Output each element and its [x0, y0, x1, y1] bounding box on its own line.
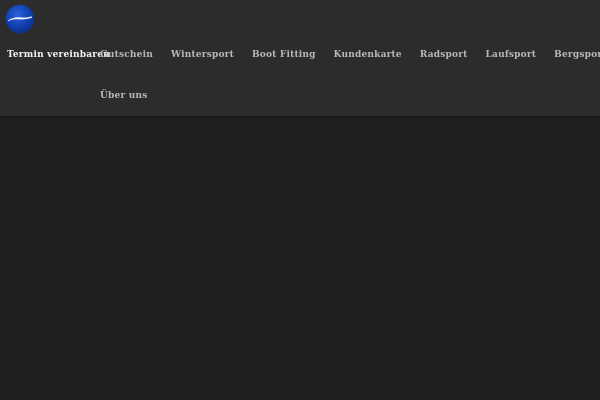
- nav-item-termin-vereinbaren[interactable]: Termin vereinbaren: [7, 50, 100, 60]
- nav-item-laufsport[interactable]: Laufsport: [486, 50, 537, 60]
- site-logo[interactable]: [5, 4, 35, 34]
- page-content: [0, 117, 600, 400]
- nav-item-bergsport[interactable]: Bergsport: [554, 50, 600, 60]
- nav-item-boot-fitting[interactable]: Boot Fitting: [252, 50, 316, 60]
- nav-item-kundenkarte[interactable]: Kundenkarte: [334, 50, 402, 60]
- nav-row-1: Termin vereinbaren Gutschein Wintersport…: [7, 50, 600, 60]
- nav-item-wintersport[interactable]: Wintersport: [171, 50, 234, 60]
- nav-item-ueber-uns[interactable]: Über uns: [100, 91, 148, 101]
- site-header: Termin vereinbaren Gutschein Wintersport…: [0, 0, 600, 117]
- logo-circle-icon: [5, 19, 35, 38]
- nav-item-radsport[interactable]: Radsport: [420, 50, 468, 60]
- nav-item-gutschein[interactable]: Gutschein: [100, 50, 153, 60]
- nav-row-2: Über uns: [100, 91, 148, 101]
